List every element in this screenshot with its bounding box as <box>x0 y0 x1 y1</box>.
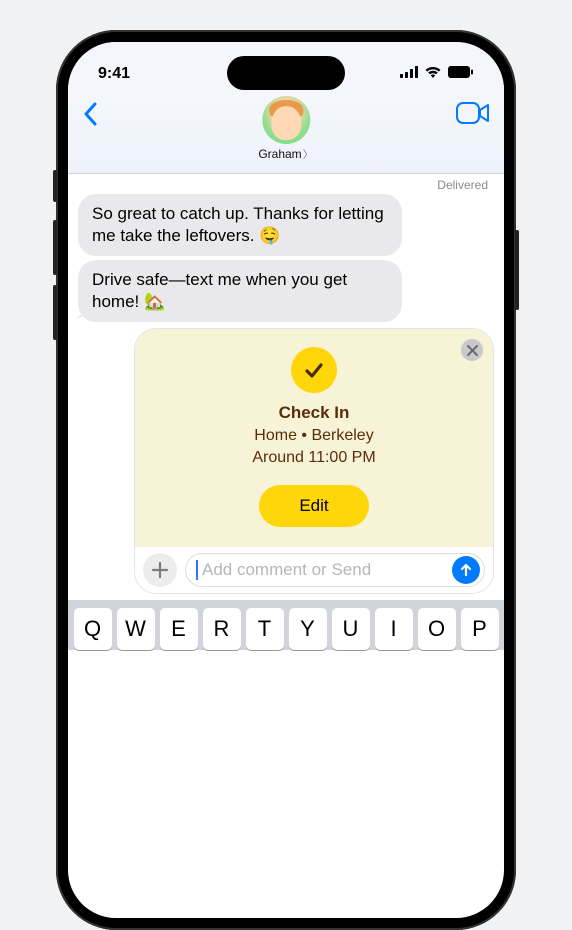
checkmark-icon <box>291 347 337 393</box>
message-thread[interactable]: Delivered So great to catch up. Thanks f… <box>68 174 504 600</box>
volume-down-button <box>53 285 57 340</box>
facetime-button[interactable] <box>456 98 490 129</box>
phone-frame: 9:41 <box>56 30 516 930</box>
chevron-right-icon: 〉 <box>303 146 314 162</box>
checkin-title: Check In <box>153 403 475 423</box>
wifi-icon <box>424 65 442 83</box>
key-w[interactable]: W <box>117 608 155 650</box>
key-p[interactable]: P <box>461 608 499 650</box>
side-button <box>53 170 57 202</box>
key-u[interactable]: U <box>332 608 370 650</box>
key-y[interactable]: Y <box>289 608 327 650</box>
status-time: 9:41 <box>98 65 130 83</box>
text-cursor <box>196 560 198 580</box>
dynamic-island <box>227 56 345 90</box>
keyboard[interactable]: QWERTYUIOP <box>68 600 504 650</box>
close-button[interactable] <box>461 339 483 361</box>
battery-icon <box>448 65 474 83</box>
checkin-card[interactable]: Check In Home • Berkeley Around 11:00 PM… <box>135 329 493 546</box>
checkin-location: Home • Berkeley <box>153 425 475 447</box>
cellular-icon <box>400 65 418 83</box>
message-bubble[interactable]: So great to catch up. Thanks for letting… <box>78 194 402 256</box>
key-r[interactable]: R <box>203 608 241 650</box>
screen: 9:41 <box>68 42 504 918</box>
message-input-row: Add comment or Send <box>135 547 493 593</box>
plus-button[interactable] <box>143 553 177 587</box>
conversation-header: Graham 〉 <box>68 96 504 174</box>
volume-up-button <box>53 220 57 275</box>
edit-button[interactable]: Edit <box>259 485 368 527</box>
send-button[interactable] <box>452 556 480 584</box>
key-q[interactable]: Q <box>74 608 112 650</box>
input-placeholder: Add comment or Send <box>202 560 371 580</box>
power-button <box>515 230 519 310</box>
key-o[interactable]: O <box>418 608 456 650</box>
contact-name-label: Graham <box>258 147 301 161</box>
contact-info[interactable]: Graham 〉 <box>258 96 313 162</box>
checkin-time: Around 11:00 PM <box>153 447 475 469</box>
delivered-label: Delivered <box>78 178 494 192</box>
key-e[interactable]: E <box>160 608 198 650</box>
message-input[interactable]: Add comment or Send <box>185 553 485 587</box>
avatar <box>262 96 310 144</box>
back-button[interactable] <box>82 98 98 131</box>
message-bubble[interactable]: Drive safe—text me when you get home! 🏡 <box>78 260 402 322</box>
key-t[interactable]: T <box>246 608 284 650</box>
key-i[interactable]: I <box>375 608 413 650</box>
checkin-card-wrap: Check In Home • Berkeley Around 11:00 PM… <box>134 328 494 593</box>
